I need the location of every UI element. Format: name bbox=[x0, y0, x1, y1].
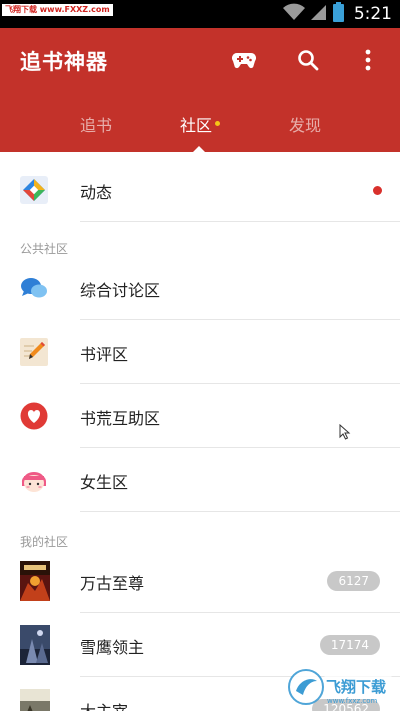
list-item-label: 大主宰 bbox=[80, 698, 128, 711]
section-heading-public: 公共社区 bbox=[20, 242, 69, 256]
post-count-badge: 6127 bbox=[327, 571, 380, 591]
list-item-label: 女生区 bbox=[80, 473, 129, 492]
signal-icon bbox=[310, 3, 327, 25]
book-cover-image bbox=[20, 625, 50, 665]
pencil-note-icon bbox=[20, 338, 48, 366]
tab-discover[interactable]: 发现 bbox=[289, 112, 321, 136]
watermark-logo-icon: 飞翔下载 www.fxxz.com bbox=[288, 669, 392, 705]
book-cover-image bbox=[20, 561, 50, 601]
status-bar: 飞翔下载 www.FXXZ.com 5:21 bbox=[0, 0, 400, 28]
more-button[interactable] bbox=[352, 44, 384, 76]
watermark-logo: 飞翔下载 www.fxxz.com bbox=[286, 665, 396, 709]
status-icons: 5:21 bbox=[282, 2, 392, 26]
clock: 5:21 bbox=[353, 4, 392, 24]
tab-indicator bbox=[193, 146, 205, 152]
girl-face-icon bbox=[21, 472, 47, 492]
unread-dot bbox=[373, 186, 382, 195]
tab-badge-dot bbox=[215, 121, 220, 126]
list-item-book-review[interactable]: 书评区 bbox=[0, 320, 400, 384]
search-button[interactable] bbox=[292, 44, 324, 76]
section-heading-mine: 我的社区 bbox=[20, 535, 69, 549]
list-item-wangu-zhizun[interactable]: 万古至尊 6127 bbox=[0, 549, 400, 613]
search-icon bbox=[298, 50, 319, 71]
feed-icon bbox=[20, 176, 48, 204]
app-header: 追书神器 追书 社区 发现 bbox=[0, 28, 400, 152]
list-item-label: 万古至尊 bbox=[80, 574, 145, 593]
list-item-label: 动态 bbox=[80, 183, 113, 202]
more-icon bbox=[365, 49, 371, 71]
post-count-badge: 17174 bbox=[319, 635, 380, 655]
list-item-feed[interactable]: 动态 bbox=[0, 158, 400, 222]
tab-bar: 追书 社区 发现 bbox=[0, 104, 400, 152]
watermark-top: 飞翔下载 www.FXXZ.com bbox=[2, 4, 113, 16]
wifi-icon bbox=[282, 3, 305, 25]
divider bbox=[80, 511, 400, 512]
list-item-label: 书荒互助区 bbox=[80, 409, 161, 428]
app-title: 追书神器 bbox=[20, 50, 108, 74]
watermark-subtext: www.fxxz.com bbox=[327, 697, 378, 705]
game-button[interactable] bbox=[228, 44, 260, 76]
list-item-label: 雪鹰领主 bbox=[80, 638, 145, 657]
list-item-general-discussion[interactable]: 综合讨论区 bbox=[0, 256, 400, 320]
divider bbox=[80, 221, 400, 222]
book-cover-image bbox=[20, 689, 50, 711]
list-item-label: 综合讨论区 bbox=[80, 281, 161, 300]
heart-icon bbox=[20, 402, 48, 430]
tab-zhuishu[interactable]: 追书 bbox=[80, 112, 112, 136]
chat-bubbles-icon bbox=[21, 278, 47, 298]
list-item-girls-zone[interactable]: 女生区 bbox=[0, 448, 400, 512]
mouse-cursor-icon bbox=[339, 424, 351, 440]
gamepad-icon bbox=[232, 53, 256, 69]
battery-icon bbox=[332, 2, 344, 26]
tab-community[interactable]: 社区 bbox=[180, 112, 212, 136]
watermark-text: 飞翔下载 bbox=[326, 678, 386, 696]
list-item-label: 书评区 bbox=[80, 345, 129, 364]
